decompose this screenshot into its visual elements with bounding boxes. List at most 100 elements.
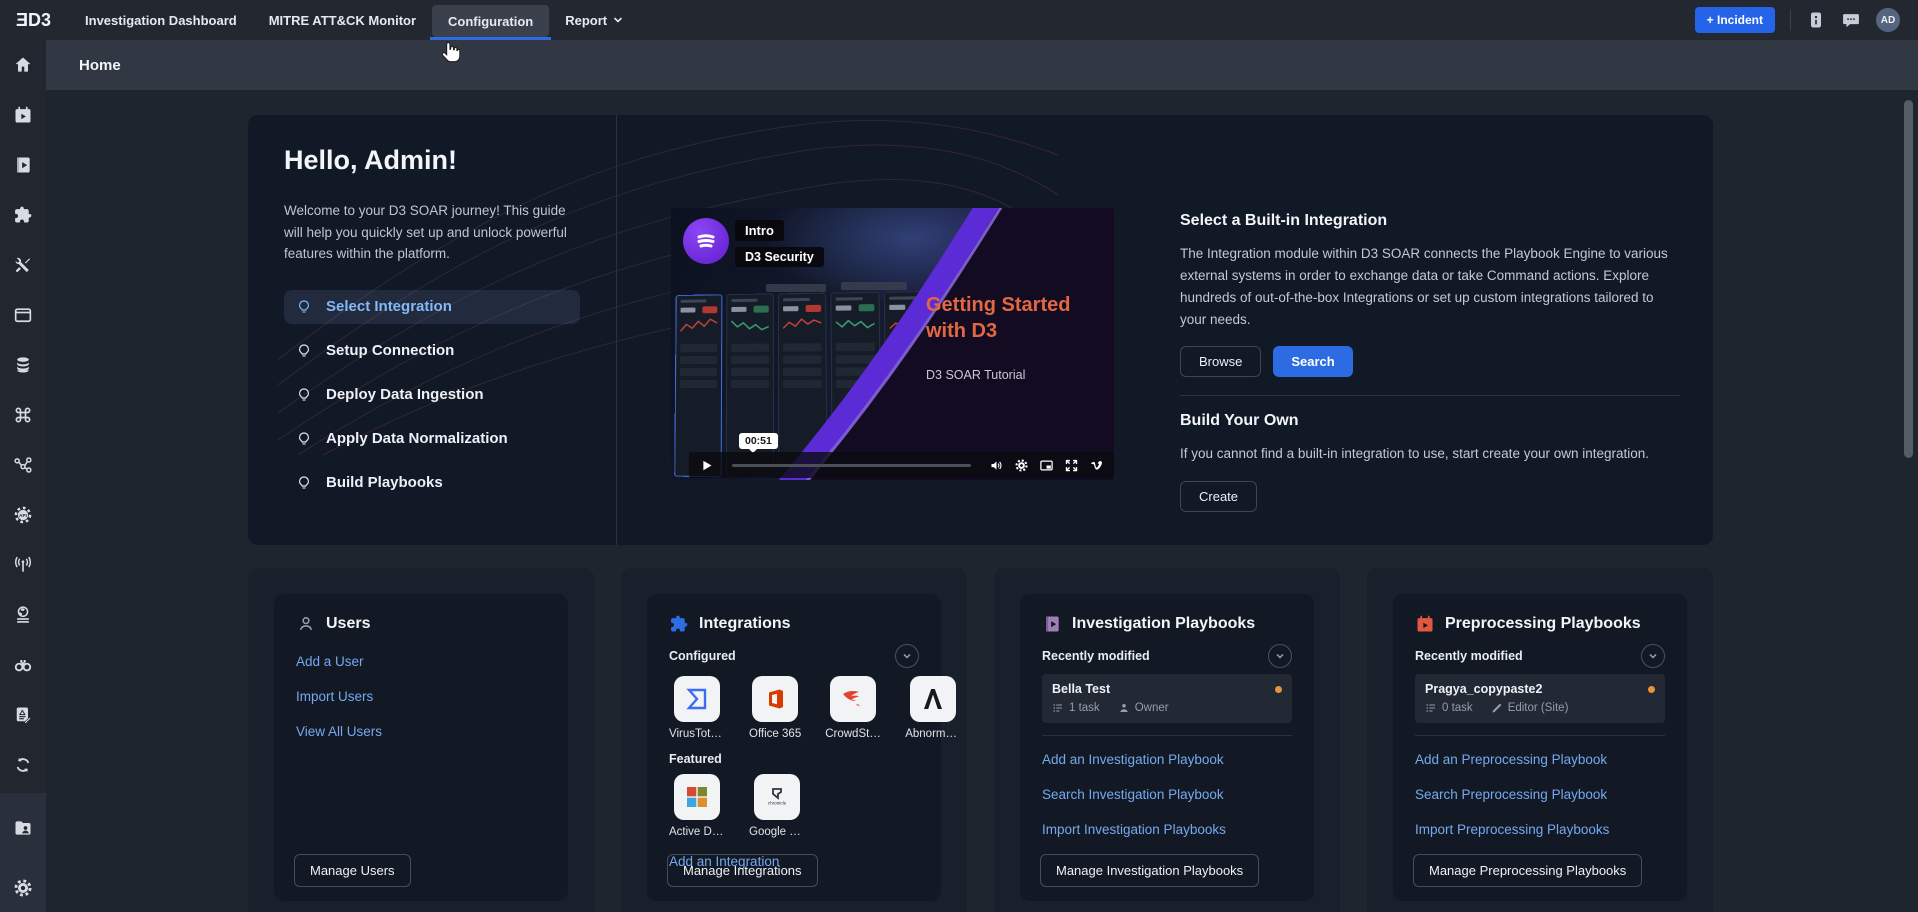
command-icon[interactable] (0, 390, 46, 440)
collapse-chevron-icon[interactable] (1268, 644, 1292, 668)
tutorial-video-player[interactable]: Intro D3 Security Getting Started with D… (671, 208, 1114, 480)
step-select-integration[interactable]: Select Integration (284, 290, 580, 324)
preprocessing-playbooks-section: Preprocessing Playbooks Recently modifie… (1367, 568, 1713, 912)
task-count: 1 task (1052, 702, 1100, 714)
import-investigation-playbooks-link[interactable]: Import Investigation Playbooks (1042, 822, 1292, 837)
integration-tile-office365[interactable]: Office 365 (749, 676, 801, 740)
add-investigation-playbook-link[interactable]: Add an Investigation Playbook (1042, 752, 1292, 767)
chevron-down-icon (613, 15, 623, 25)
import-preprocessing-playbooks-link[interactable]: Import Preprocessing Playbooks (1415, 822, 1665, 837)
integration-tile-virustotal[interactable]: VirusTotal... (669, 676, 725, 740)
connections-icon[interactable] (0, 440, 46, 490)
microsoft-logo (674, 774, 720, 820)
report-editor-icon[interactable] (0, 690, 46, 740)
create-button[interactable]: Create (1180, 481, 1257, 512)
step-build-playbooks[interactable]: Build Playbooks (284, 466, 580, 500)
playbook-name: Bella Test (1052, 682, 1282, 696)
event-playbook-icon[interactable] (0, 90, 46, 140)
playbook-item-pragya-copypaste2[interactable]: Pragya_copypaste2 0 task Editor (Site) (1415, 674, 1665, 723)
user-avatar[interactable]: AD (1876, 8, 1900, 32)
search-preprocessing-playbook-link[interactable]: Search Preprocessing Playbook (1415, 787, 1665, 802)
page-header: Home (46, 40, 1918, 90)
browse-button[interactable]: Browse (1180, 346, 1261, 377)
volume-icon[interactable] (989, 458, 1004, 473)
pencil-icon (1491, 702, 1503, 714)
integration-tile-active-directory[interactable]: Active Dir... (669, 774, 725, 838)
app-window: ƎD3 Investigation Dashboard MITRE ATT&CK… (0, 0, 1918, 912)
welcome-divider (616, 115, 617, 545)
integration-tile-abnormal[interactable]: Abnormal ... (905, 676, 961, 740)
search-investigation-playbook-link[interactable]: Search Investigation Playbook (1042, 787, 1292, 802)
video-thumbnail-tab (766, 284, 826, 292)
web-globe-icon[interactable] (0, 590, 46, 640)
add-a-user-link[interactable]: Add a User (296, 654, 546, 669)
video-title-badge[interactable]: Intro (735, 220, 784, 241)
investigation-playbooks-title: Investigation Playbooks (1072, 615, 1255, 633)
integrations-icon[interactable] (0, 190, 46, 240)
chat-icon[interactable] (1841, 10, 1861, 30)
onboarding-steps: Select Integration Setup Connection Depl… (284, 290, 600, 500)
play-icon[interactable] (699, 458, 714, 473)
video-progress-bar[interactable] (732, 464, 971, 467)
office365-logo (752, 676, 798, 722)
manage-preprocessing-playbooks-button[interactable]: Manage Preprocessing Playbooks (1413, 854, 1642, 887)
manage-users-button[interactable]: Manage Users (294, 854, 411, 887)
card-divider (1415, 735, 1665, 736)
add-preprocessing-playbook-link[interactable]: Add an Preprocessing Playbook (1415, 752, 1665, 767)
step-setup-connection[interactable]: Setup Connection (284, 334, 580, 368)
virustotal-logo (674, 676, 720, 722)
home-icon[interactable] (0, 40, 46, 90)
manage-investigation-playbooks-button[interactable]: Manage Investigation Playbooks (1040, 854, 1259, 887)
step-label: Select Integration (326, 298, 452, 315)
tab-report[interactable]: Report (549, 0, 639, 40)
data-ingestion-icon[interactable] (0, 540, 46, 590)
crowdstrike-logo (830, 676, 876, 722)
view-all-users-link[interactable]: View All Users (296, 724, 546, 739)
step-apply-data-normalization[interactable]: Apply Data Normalization (284, 422, 580, 456)
video-channel-badge[interactable]: D3 Security (735, 247, 824, 267)
step-label: Setup Connection (326, 342, 454, 359)
welcome-heading: Hello, Admin! (284, 145, 600, 176)
search-button[interactable]: Search (1273, 346, 1352, 377)
lightbulb-icon (296, 475, 312, 491)
utilities-icon[interactable] (0, 240, 46, 290)
left-sidebar: API (0, 40, 46, 912)
playbook-book-icon (1042, 614, 1062, 634)
manage-integrations-button[interactable]: Manage Integrations (667, 854, 818, 887)
playbook-item-bella-test[interactable]: Bella Test 1 task Owner (1042, 674, 1292, 723)
collapse-chevron-icon[interactable] (1641, 644, 1665, 668)
tab-mitre-attck-monitor[interactable]: MITRE ATT&CK Monitor (253, 0, 432, 40)
window-icon[interactable] (0, 290, 46, 340)
step-deploy-data-ingestion[interactable]: Deploy Data Ingestion (284, 378, 580, 412)
person-icon (1118, 702, 1130, 714)
fullscreen-icon[interactable] (1064, 458, 1079, 473)
status-dot (1275, 686, 1282, 693)
vertical-scrollbar-thumb[interactable] (1904, 100, 1913, 458)
case-files-icon[interactable] (0, 803, 46, 853)
task-list-icon (1425, 702, 1437, 714)
api-icon[interactable]: API (0, 490, 46, 540)
vimeo-icon[interactable] (1089, 458, 1104, 473)
new-incident-button[interactable]: + Incident (1695, 7, 1775, 33)
data-management-icon[interactable] (0, 340, 46, 390)
release-notes-icon[interactable] (1806, 10, 1826, 30)
settings-gear-icon[interactable] (1014, 458, 1029, 473)
integration-tile-crowdstrike[interactable]: CrowdStri... (825, 676, 881, 740)
sync-icon[interactable] (0, 740, 46, 790)
build-your-own-heading: Build Your Own (1180, 412, 1680, 430)
configured-label: Configured (669, 649, 736, 663)
investigation-playbooks-section: Investigation Playbooks Recently modifie… (994, 568, 1340, 912)
investigate-icon[interactable] (0, 640, 46, 690)
collapse-chevron-icon[interactable] (895, 644, 919, 668)
tab-investigation-dashboard[interactable]: Investigation Dashboard (69, 0, 253, 40)
settings-gear-icon[interactable] (0, 863, 46, 912)
lightbulb-icon (296, 387, 312, 403)
configured-integrations: VirusTotal... Office 365 CrowdStri... (669, 676, 919, 740)
video-overlay-title: Getting Started with D3 (926, 292, 1101, 344)
tab-configuration[interactable]: Configuration (432, 5, 549, 37)
playbook-library-icon[interactable] (0, 140, 46, 190)
picture-in-picture-icon[interactable] (1039, 458, 1054, 473)
integration-tile-google-chronicle[interactable]: chronicle Google C... (749, 774, 805, 838)
import-users-link[interactable]: Import Users (296, 689, 546, 704)
d3-logo[interactable]: ƎD3 (0, 0, 69, 40)
